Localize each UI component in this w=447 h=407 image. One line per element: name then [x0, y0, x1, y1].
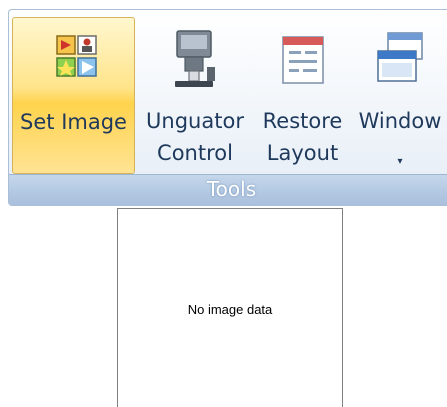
- restore-layout-icon: [271, 27, 335, 91]
- window-icon: [368, 27, 432, 91]
- chevron-down-icon: ▾: [397, 156, 403, 167]
- ribbon-group-tools: Set Image Unguator Control Restore Layou…: [8, 9, 447, 206]
- ribbon-buttons: Set Image Unguator Control Restore Layou…: [9, 10, 447, 176]
- unguator-label-line1: Unguator: [146, 109, 244, 133]
- no-image-message: No image data: [187, 302, 273, 317]
- restore-label-line1: Restore: [262, 109, 343, 133]
- window-label: Window: [358, 109, 442, 133]
- image-panel: No image data: [117, 208, 343, 407]
- app-root: Set Image Unguator Control Restore Layou…: [0, 0, 447, 407]
- set-image-button[interactable]: Set Image: [12, 17, 135, 174]
- restore-label-line2: Layout: [266, 141, 339, 165]
- window-button[interactable]: Window ▾: [355, 17, 445, 174]
- unguator-device-icon: [163, 27, 227, 91]
- unguator-label-line2: Control: [157, 141, 233, 165]
- ribbon-group-label: Tools: [9, 174, 447, 205]
- set-image-label: Set Image: [20, 110, 127, 134]
- unguator-control-button[interactable]: Unguator Control: [140, 17, 250, 174]
- restore-layout-button[interactable]: Restore Layout: [255, 17, 350, 174]
- set-image-icon: [42, 28, 106, 92]
